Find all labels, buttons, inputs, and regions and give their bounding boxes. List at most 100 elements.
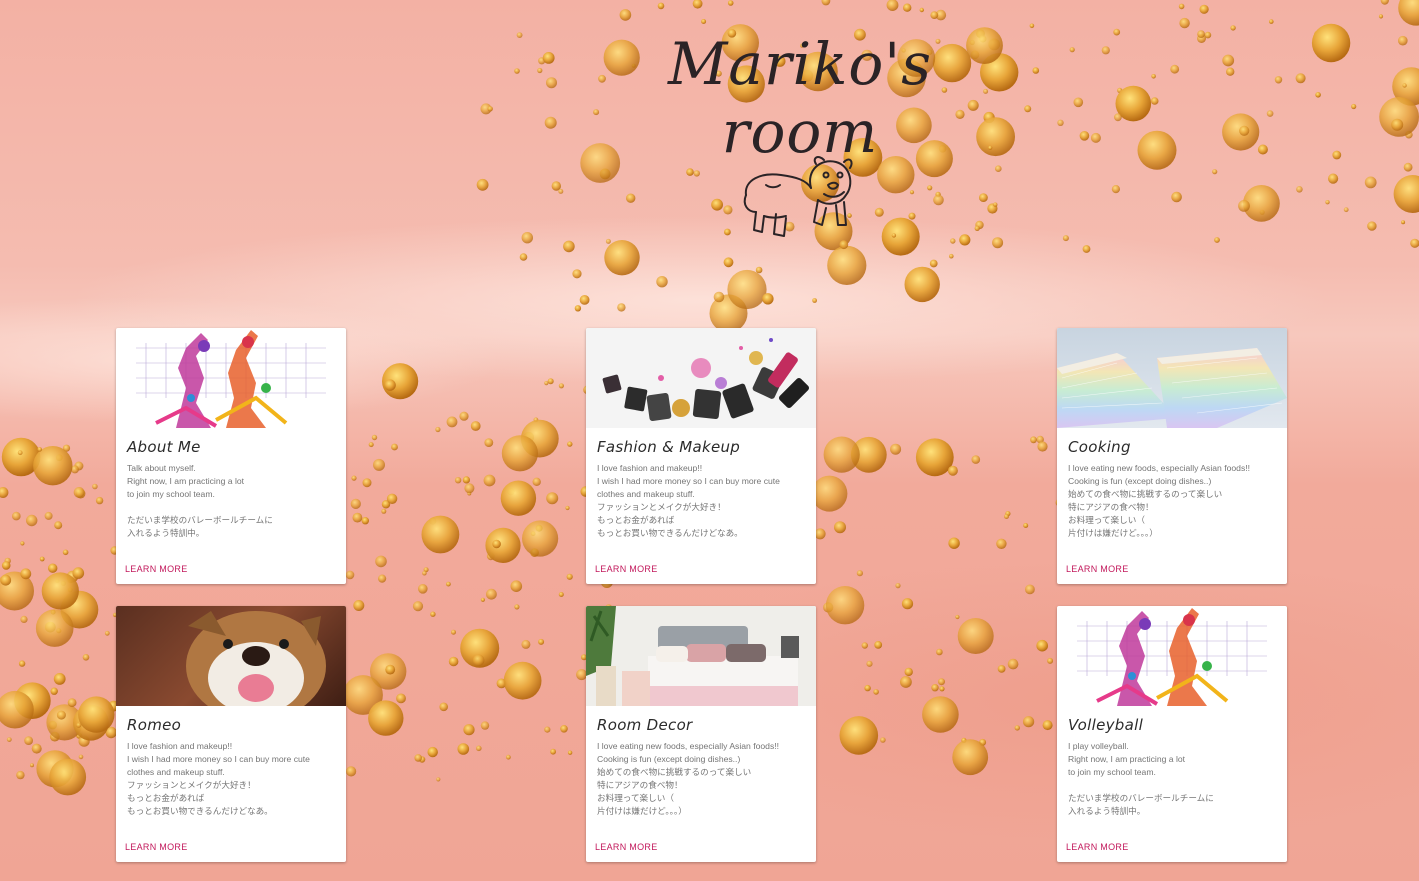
glitter-fleck bbox=[979, 738, 987, 746]
glitter-fleck bbox=[1004, 514, 1009, 519]
learn-more-link[interactable]: LEARN MORE bbox=[125, 842, 188, 852]
glitter-fleck bbox=[6, 737, 12, 742]
glitter-fleck bbox=[48, 563, 58, 573]
glitter-fleck bbox=[60, 580, 66, 586]
glitter-fleck bbox=[87, 724, 95, 732]
glitter-fleck bbox=[20, 541, 25, 546]
rainbow-crepe-cake-image bbox=[1057, 328, 1287, 428]
glitter-fleck bbox=[762, 293, 774, 305]
glitter-fleck bbox=[904, 266, 940, 303]
glitter-fleck bbox=[532, 477, 541, 486]
glitter-fleck bbox=[345, 570, 355, 580]
glitter-fleck bbox=[17, 450, 23, 456]
glitter-fleck bbox=[572, 269, 582, 279]
glitter-fleck bbox=[55, 579, 60, 583]
glitter-fleck bbox=[95, 496, 104, 505]
glitter-fleck bbox=[67, 576, 75, 584]
glitter-fleck bbox=[486, 588, 497, 600]
glitter-fleck bbox=[996, 538, 1007, 549]
glitter-fleck bbox=[567, 441, 573, 447]
glitter-fleck bbox=[834, 521, 846, 534]
glitter-fleck bbox=[1023, 716, 1035, 728]
learn-more-link[interactable]: LEARN MORE bbox=[595, 564, 658, 574]
glitter-fleck bbox=[470, 421, 481, 431]
glitter-fleck bbox=[76, 722, 82, 728]
glitter-fleck bbox=[900, 676, 912, 688]
learn-more-link[interactable]: LEARN MORE bbox=[1066, 564, 1129, 574]
glitter-fleck bbox=[558, 383, 565, 389]
glitter-fleck bbox=[873, 689, 879, 695]
glitter-fleck bbox=[78, 754, 84, 760]
glitter-fleck bbox=[544, 381, 549, 386]
glitter-fleck bbox=[856, 570, 864, 577]
glitter-fleck bbox=[451, 629, 456, 635]
glitter-fleck bbox=[922, 696, 959, 733]
glitter-fleck bbox=[501, 435, 538, 472]
glitter-fleck bbox=[727, 269, 767, 310]
glitter-fleck bbox=[464, 483, 475, 494]
glitter-fleck bbox=[448, 656, 459, 667]
glitter-fleck bbox=[375, 555, 387, 568]
glitter-fleck bbox=[558, 592, 564, 597]
glitter-fleck bbox=[346, 766, 357, 777]
glitter-fleck bbox=[50, 687, 58, 695]
glitter-fleck bbox=[422, 570, 427, 576]
glitter-fleck bbox=[952, 739, 989, 776]
glitter-fleck bbox=[947, 465, 958, 476]
glitter-fleck bbox=[362, 478, 372, 488]
glitter-fleck bbox=[530, 531, 536, 537]
glitter-fleck bbox=[74, 461, 84, 471]
glitter-fleck bbox=[506, 754, 511, 760]
glitter-fleck bbox=[948, 537, 960, 549]
card-title: About Me bbox=[127, 438, 201, 456]
glitter-fleck bbox=[0, 574, 12, 586]
glitter-fleck bbox=[49, 758, 87, 796]
glitter-fleck bbox=[72, 567, 85, 579]
glitter-fleck bbox=[20, 615, 28, 624]
glitter-fleck bbox=[370, 653, 407, 690]
learn-more-link[interactable]: LEARN MORE bbox=[125, 564, 188, 574]
glitter-fleck bbox=[18, 660, 26, 667]
glitter-fleck bbox=[544, 726, 551, 733]
glitter-fleck bbox=[26, 514, 38, 527]
glitter-fleck bbox=[530, 548, 539, 557]
glitter-fleck bbox=[496, 678, 507, 689]
glitter-fleck bbox=[811, 475, 848, 512]
glitter-fleck bbox=[1042, 720, 1053, 731]
glitter-fleck bbox=[1005, 510, 1011, 517]
glitter-fleck bbox=[368, 442, 374, 448]
learn-more-link[interactable]: LEARN MORE bbox=[595, 842, 658, 852]
glitter-fleck bbox=[446, 416, 458, 428]
glitter-fleck bbox=[550, 748, 556, 755]
glitter-fleck bbox=[880, 737, 886, 743]
glitter-fleck bbox=[520, 419, 559, 458]
card-fashion-makeup: Fashion & Makeup I love fashion and make… bbox=[586, 328, 816, 584]
glitter-fleck bbox=[485, 527, 521, 564]
glitter-fleck bbox=[936, 648, 943, 656]
learn-more-link[interactable]: LEARN MORE bbox=[1066, 842, 1129, 852]
glitter-fleck bbox=[11, 511, 21, 521]
glitter-fleck bbox=[961, 737, 967, 744]
card-title: Romeo bbox=[127, 716, 182, 734]
glitter-fleck bbox=[895, 583, 901, 589]
site-header: Mariko's room bbox=[0, 0, 1419, 260]
glitter-fleck bbox=[50, 609, 56, 615]
glitter-fleck bbox=[4, 557, 11, 565]
glitter-fleck bbox=[480, 597, 485, 602]
glitter-fleck bbox=[31, 743, 42, 754]
glitter-fleck bbox=[66, 570, 79, 583]
glitter-fleck bbox=[476, 745, 482, 752]
glitter-fleck bbox=[353, 600, 365, 611]
glitter-fleck bbox=[812, 298, 817, 303]
glitter-fleck bbox=[510, 580, 523, 592]
glitter-fleck bbox=[1023, 523, 1029, 528]
glitter-fleck bbox=[70, 465, 79, 474]
glitter-fleck bbox=[62, 444, 71, 452]
glitter-fleck bbox=[462, 476, 470, 484]
glitter-fleck bbox=[73, 704, 109, 741]
glitter-fleck bbox=[368, 700, 404, 736]
glitter-fleck bbox=[713, 291, 725, 303]
glitter-fleck bbox=[1047, 657, 1054, 664]
glitter-fleck bbox=[391, 443, 398, 451]
glitter-fleck bbox=[467, 491, 472, 496]
